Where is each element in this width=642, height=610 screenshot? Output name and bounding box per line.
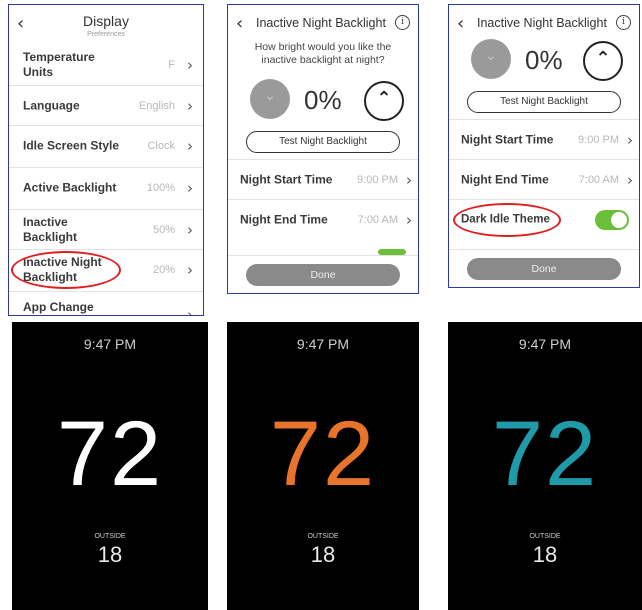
inactive-night-backlight-panel-scrolled: ‹ Inactive Night Backlight i ⌄ 0% ⌃ Test… xyxy=(448,4,640,288)
setting-label: Language xyxy=(23,98,80,113)
info-icon[interactable]: i xyxy=(395,15,410,30)
outside-temperature: 18 xyxy=(310,542,336,567)
outside-temperature: 18 xyxy=(97,542,123,567)
chevron-up-icon: ⌃ xyxy=(595,48,611,69)
setting-label: Night End Time xyxy=(461,172,549,187)
setting-row-night-end-time[interactable]: Night End Time 7:00 AM › xyxy=(228,199,418,240)
chevron-right-icon: › xyxy=(406,211,412,229)
setting-row-inactive-backlight[interactable]: Inactive Backlight 50% › xyxy=(9,209,203,250)
setting-value: 20% xyxy=(152,264,175,276)
increase-button[interactable]: ⌃ xyxy=(364,81,404,121)
setting-label: Night Start Time xyxy=(461,132,554,147)
setting-value: 7:00 AM xyxy=(357,214,398,226)
chevron-right-icon: › xyxy=(187,137,193,155)
outside-label: OUTSIDE xyxy=(94,533,126,540)
idle-screen-white: 9:47 PM 72 OUTSIDE 18 xyxy=(12,322,208,610)
setting-row-idle-screen-style[interactable]: Idle Screen Style Clock › xyxy=(9,125,203,166)
chevron-right-icon: › xyxy=(406,171,412,189)
setting-label: Night End Time xyxy=(240,212,328,227)
brightness-percent: 0% xyxy=(525,45,563,75)
setting-row-temperature-units[interactable]: Temperature Units F › xyxy=(9,45,203,85)
idle-screen-teal: 9:47 PM 72 OUTSIDE 18 xyxy=(448,322,642,610)
back-arrow-icon[interactable]: ‹ xyxy=(457,13,464,34)
outside-temperature: 18 xyxy=(532,542,558,567)
back-arrow-icon[interactable]: ‹ xyxy=(236,13,243,34)
chevron-down-icon: ⌄ xyxy=(264,88,276,104)
setting-label: Active Backlight xyxy=(23,180,117,195)
setting-value: 9:00 PM xyxy=(357,174,398,186)
chevron-right-icon: › xyxy=(627,131,633,149)
page-title: Display xyxy=(83,13,129,29)
chevron-right-icon: › xyxy=(187,221,193,239)
setting-label: Idle Screen Style xyxy=(23,138,120,153)
chevron-right-icon: › xyxy=(187,97,193,115)
setting-value: 9:00 PM xyxy=(578,134,619,146)
decrease-button[interactable]: ⌄ xyxy=(250,79,290,119)
chevron-right-icon: › xyxy=(187,179,193,197)
done-button[interactable]: Done xyxy=(246,264,400,286)
idle-screen-orange: 9:47 PM 72 OUTSIDE 18 xyxy=(227,322,419,610)
setting-value: English xyxy=(138,100,175,112)
chevron-right-icon: › xyxy=(627,171,633,189)
setting-row-night-end-time[interactable]: Night End Time 7:00 AM › xyxy=(449,159,639,200)
brightness-percent: 0% xyxy=(304,85,342,115)
done-bar: Done xyxy=(449,249,639,287)
done-bar: Done xyxy=(228,255,418,293)
indoor-temperature: 72 xyxy=(56,403,164,505)
toggle-knob xyxy=(611,212,627,228)
chevron-right-icon: › xyxy=(187,306,193,316)
chevron-right-icon: › xyxy=(187,56,193,74)
highlight-circle xyxy=(11,251,121,289)
display-preferences-panel: ‹ Display Preferences Temperature Units … xyxy=(8,4,204,316)
outside-label: OUTSIDE xyxy=(307,533,339,540)
setting-label: Inactive Backlight xyxy=(23,215,78,244)
clock-time: 9:47 PM xyxy=(296,336,350,352)
setting-row-active-backlight[interactable]: Active Backlight 100% › xyxy=(9,167,203,208)
setting-row-language[interactable]: Language English › xyxy=(9,85,203,126)
chevron-right-icon: › xyxy=(187,261,193,279)
decrease-button[interactable]: ⌄ xyxy=(471,39,511,79)
setting-row-app-change[interactable]: App Change › xyxy=(9,291,203,316)
page-title: Inactive Night Backlight xyxy=(256,16,386,30)
setting-value: 50% xyxy=(152,224,175,236)
page-title: Inactive Night Backlight xyxy=(477,16,607,30)
indoor-temperature: 72 xyxy=(491,403,599,505)
chevron-up-icon: ⌃ xyxy=(376,88,392,109)
test-night-backlight-button[interactable]: Test Night Backlight xyxy=(246,131,400,153)
setting-value: 100% xyxy=(146,182,175,194)
indoor-temperature: 72 xyxy=(269,403,377,505)
setting-row-night-start-time[interactable]: Night Start Time 9:00 PM › xyxy=(449,119,639,160)
setting-row-night-start-time[interactable]: Night Start Time 9:00 PM › xyxy=(228,159,418,200)
chevron-down-icon: ⌄ xyxy=(485,48,497,64)
setting-value: F xyxy=(168,59,175,71)
info-icon[interactable]: i xyxy=(616,15,631,30)
setting-value: 7:00 AM xyxy=(578,174,619,186)
inactive-night-backlight-panel: ‹ Inactive Night Backlight i How bright … xyxy=(227,4,419,294)
done-button[interactable]: Done xyxy=(467,258,621,280)
setting-label: App Change xyxy=(23,300,94,314)
test-night-backlight-button[interactable]: Test Night Backlight xyxy=(467,91,621,113)
page-subtitle: Preferences xyxy=(87,31,125,38)
setting-value: Clock xyxy=(147,140,175,152)
clock-time: 9:47 PM xyxy=(83,336,137,352)
setting-label: Temperature Units xyxy=(23,50,95,79)
clock-time: 9:47 PM xyxy=(518,336,572,352)
outside-label: OUTSIDE xyxy=(529,533,561,540)
highlight-circle xyxy=(453,203,561,237)
backlight-question: How bright would you like the inactive b… xyxy=(254,41,392,66)
increase-button[interactable]: ⌃ xyxy=(583,41,623,81)
dark-idle-theme-toggle[interactable] xyxy=(595,210,629,230)
setting-label: Night Start Time xyxy=(240,172,333,187)
panel-header: ‹ Display Preferences xyxy=(9,5,203,45)
